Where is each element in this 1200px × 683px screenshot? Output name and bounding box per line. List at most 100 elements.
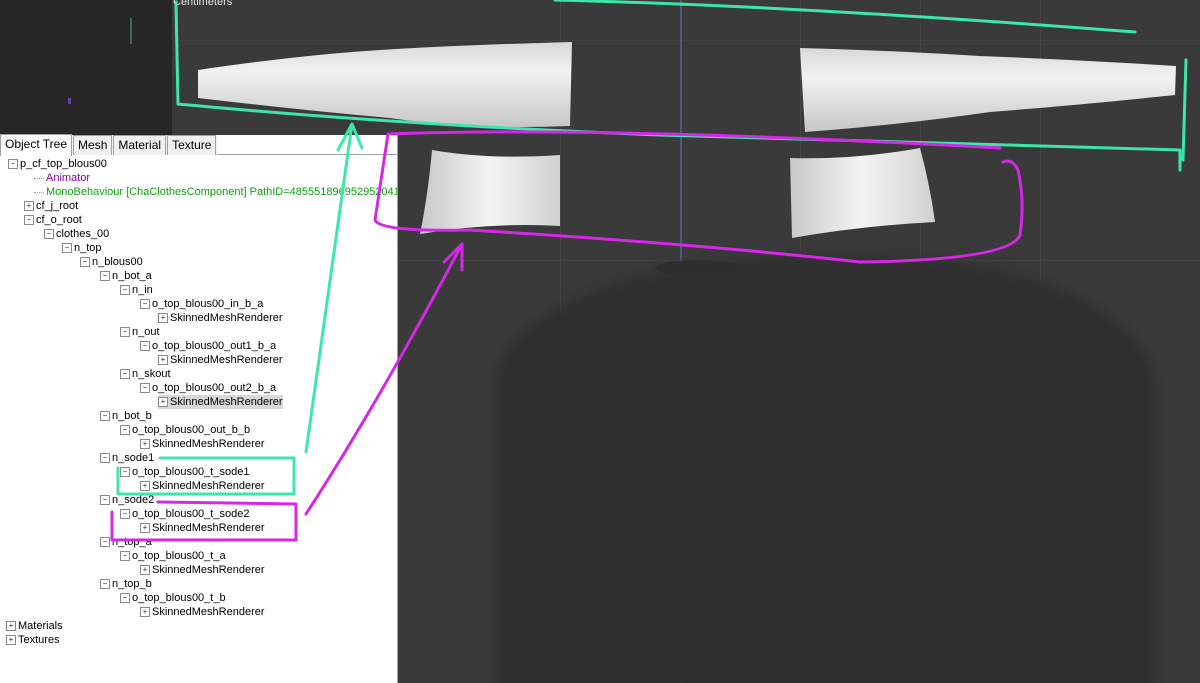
tree-node[interactable]: + SkinnedMeshRenderer (140, 479, 265, 493)
tree-node[interactable]: − o_top_blous00_t_sode2 (120, 507, 249, 521)
tree-node[interactable]: − o_top_blous00_t_sode1 (120, 465, 249, 479)
tree-node[interactable]: + SkinnedMeshRenderer (158, 395, 283, 409)
expand-icon[interactable]: + (158, 313, 168, 324)
expand-icon[interactable]: + (24, 201, 34, 212)
tree-node-label: n_top_b (112, 578, 152, 590)
collapse-icon[interactable]: − (120, 467, 130, 478)
tree-node[interactable]: + Materials (6, 619, 63, 633)
expand-icon[interactable]: + (158, 355, 168, 366)
collapse-icon[interactable]: − (62, 243, 72, 254)
tree-node[interactable]: − o_top_blous00_in_b_a (140, 297, 263, 311)
tree-node-label: o_top_blous00_t_a (132, 550, 226, 562)
tree-node-label: SkinnedMeshRenderer (170, 354, 283, 366)
tree-node[interactable]: − o_top_blous00_t_a (120, 549, 226, 563)
tree-node[interactable]: + cf_j_root (24, 199, 78, 213)
tree-node[interactable]: − n_out (120, 325, 160, 339)
tree-node-label: SkinnedMeshRenderer (152, 438, 265, 450)
tree-node[interactable]: − n_top (62, 241, 102, 255)
collapse-icon[interactable]: − (140, 299, 150, 310)
collapse-icon[interactable]: − (44, 229, 54, 240)
tree-node-label: n_in (132, 284, 153, 296)
tree-node-label: SkinnedMeshRenderer (170, 312, 283, 324)
tree-node-label: n_blous00 (92, 256, 143, 268)
tree-node-label: Textures (18, 634, 60, 646)
tab-texture[interactable]: Texture (167, 135, 217, 155)
panel-tabs: Object Tree Mesh Material Texture (0, 134, 218, 156)
tree-node[interactable]: + SkinnedMeshRenderer (140, 437, 265, 451)
collapse-icon[interactable]: − (100, 579, 110, 590)
tree-node-label: n_top_a (112, 536, 152, 548)
expand-icon[interactable]: + (140, 439, 150, 450)
tree-node[interactable]: − n_sode2 (100, 493, 154, 507)
collapse-icon[interactable]: − (140, 341, 150, 352)
collapse-icon[interactable]: − (100, 453, 110, 464)
tree-node-label: o_top_blous00_out_b_b (132, 424, 251, 436)
left-cuff-mesh (420, 150, 560, 234)
tree-node-label: SkinnedMeshRenderer (152, 606, 265, 618)
expand-icon[interactable]: + (140, 481, 150, 492)
expand-icon[interactable]: + (140, 523, 150, 534)
tree-node[interactable]: MonoBehaviour [ChaClothesComponent] Path… (34, 185, 397, 199)
tab-mesh[interactable]: Mesh (73, 135, 113, 155)
tree-node[interactable]: − o_top_blous00_out_b_b (120, 423, 250, 437)
collapse-icon[interactable]: − (8, 159, 18, 170)
tree-node-label: o_top_blous00_out2_b_a (152, 382, 277, 394)
tree-node[interactable]: − n_sode1 (100, 451, 154, 465)
collapse-icon[interactable]: − (120, 593, 130, 604)
tree-node[interactable]: − n_bot_b (100, 409, 152, 423)
collapse-icon[interactable]: − (80, 257, 90, 268)
collapse-icon[interactable]: − (100, 271, 110, 282)
tree-node[interactable]: + Textures (6, 633, 60, 647)
tree-node[interactable]: + SkinnedMeshRenderer (158, 353, 283, 367)
tab-object-tree[interactable]: Object Tree (0, 134, 73, 156)
collapse-icon[interactable]: − (100, 537, 110, 548)
collapse-icon[interactable]: − (120, 285, 130, 296)
tab-material[interactable]: Material (113, 135, 167, 155)
tree-node-label: o_top_blous00_t_b (132, 592, 226, 604)
tree-node[interactable]: − o_top_blous00_t_b (120, 591, 226, 605)
expand-icon[interactable]: + (140, 565, 150, 576)
tree-node[interactable]: − o_top_blous00_out1_b_a (140, 339, 276, 353)
tree-node-label: n_sode1 (112, 452, 155, 464)
tree-node-label: o_top_blous00_out1_b_a (152, 340, 277, 352)
expand-icon[interactable]: + (6, 621, 16, 632)
collapse-icon[interactable]: − (120, 425, 130, 436)
tree-node[interactable]: − o_top_blous00_out2_b_a (140, 381, 276, 395)
expand-icon[interactable]: + (158, 397, 168, 408)
tree-node[interactable]: − n_bot_a (100, 269, 152, 283)
tree-node[interactable]: − cf_o_root (24, 213, 82, 227)
collapse-icon[interactable]: − (24, 215, 34, 226)
tree-node-label: cf_j_root (36, 200, 79, 212)
collapse-icon[interactable]: − (120, 551, 130, 562)
tree-node[interactable]: + SkinnedMeshRenderer (140, 521, 265, 535)
tree-node-label: Animator (46, 172, 91, 184)
collapse-icon[interactable]: − (100, 495, 110, 506)
tree-node[interactable]: Animator (34, 171, 90, 185)
tree-node-label: SkinnedMeshRenderer (170, 396, 283, 408)
expand-icon[interactable]: + (6, 635, 16, 646)
tree-node[interactable]: + SkinnedMeshRenderer (140, 563, 265, 577)
tree-node-label: clothes_00 (56, 228, 110, 240)
tree-node[interactable]: − clothes_00 (44, 227, 109, 241)
tree-node[interactable]: + SkinnedMeshRenderer (158, 311, 283, 325)
tree-node-label: n_bot_a (112, 270, 152, 282)
collapse-icon[interactable]: − (120, 509, 130, 520)
tree-node-label: MonoBehaviour [ChaClothesComponent] Path… (46, 186, 397, 198)
tree-node[interactable]: − n_skout (120, 367, 171, 381)
right-cuff-mesh (790, 148, 935, 238)
collapse-icon[interactable]: − (120, 327, 130, 338)
tree-node[interactable]: + SkinnedMeshRenderer (140, 605, 265, 619)
tree-node-label: n_bot_b (112, 410, 152, 422)
tree-node-label: o_top_blous00_t_sode2 (132, 508, 250, 520)
tree-node[interactable]: − n_top_a (100, 535, 152, 549)
tree-node[interactable]: − p_cf_top_blous00 (8, 157, 107, 171)
tree-node[interactable]: − n_blous00 (80, 255, 143, 269)
left-sleeve-mesh (198, 42, 572, 127)
tree-node[interactable]: − n_in (120, 283, 153, 297)
tree-node[interactable]: − n_top_b (100, 577, 152, 591)
collapse-icon[interactable]: − (100, 411, 110, 422)
object-tree-panel: Object Tree Mesh Material Texture − p_cf_… (0, 134, 398, 683)
expand-icon[interactable]: + (140, 607, 150, 618)
collapse-icon[interactable]: − (120, 369, 130, 380)
collapse-icon[interactable]: − (140, 383, 150, 394)
